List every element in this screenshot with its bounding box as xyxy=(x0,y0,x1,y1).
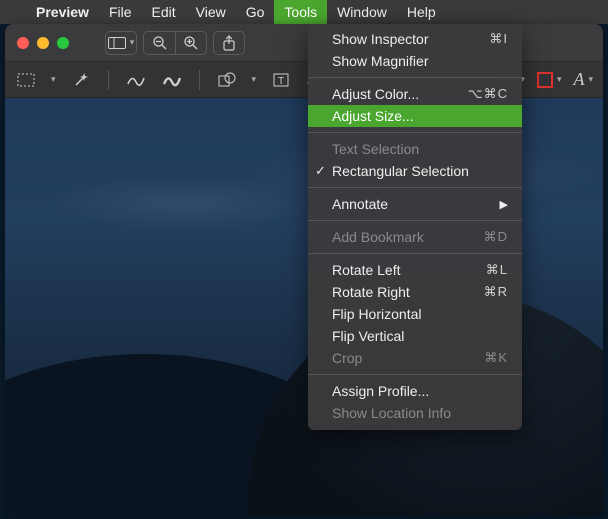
menu-item[interactable]: Annotate▶ xyxy=(308,193,522,215)
selection-rect-icon xyxy=(17,73,35,87)
checkmark-icon: ✓ xyxy=(315,163,326,179)
menu-item-label: Rotate Left xyxy=(332,262,486,278)
close-window-button[interactable] xyxy=(17,37,29,49)
shapes-tool-button[interactable] xyxy=(216,69,238,91)
share-icon xyxy=(222,35,236,51)
menu-item-shortcut: ⌘D xyxy=(484,229,508,245)
menu-item-shortcut: ⌘R xyxy=(484,284,508,300)
zoom-window-button[interactable] xyxy=(57,37,69,49)
menu-item: Add Bookmark⌘D xyxy=(308,226,522,248)
menu-item: Text Selection xyxy=(308,138,522,160)
menu-item: Crop⌘K xyxy=(308,347,522,369)
menu-separator xyxy=(308,187,522,188)
chevron-down-icon: ▾ xyxy=(130,37,135,48)
sidebar-icon xyxy=(108,37,126,49)
menu-item[interactable]: ✓ Rectangular Selection xyxy=(308,160,522,182)
menu-item-label: Text Selection xyxy=(332,141,508,157)
menu-item-label: Show Inspector xyxy=(332,31,489,47)
zoom-in-icon xyxy=(183,35,199,51)
text-box-icon: T xyxy=(273,72,289,88)
menu-item-shortcut: ⌘K xyxy=(484,350,508,366)
menu-separator xyxy=(308,77,522,78)
menu-item-label: Show Magnifier xyxy=(332,53,508,69)
menu-go[interactable]: Go xyxy=(236,0,275,24)
tools-menu-panel: Show Inspector⌘I Show Magnifier Adjust Col… xyxy=(308,24,522,430)
menu-item[interactable]: Show Inspector⌘I xyxy=(308,28,522,50)
font-icon: A xyxy=(573,69,584,90)
menu-tools[interactable]: Tools xyxy=(274,0,327,24)
menu-view[interactable]: View xyxy=(186,0,236,24)
zoom-out-button[interactable] xyxy=(143,31,175,55)
draw-tool-button[interactable] xyxy=(161,69,183,91)
menu-separator xyxy=(308,374,522,375)
minimize-window-button[interactable] xyxy=(37,37,49,49)
selection-tool-button[interactable] xyxy=(15,69,37,91)
submenu-arrow-icon: ▶ xyxy=(500,198,508,211)
menu-item[interactable]: Flip Horizontal xyxy=(308,303,522,325)
menu-item-shortcut: ⌥⌘C xyxy=(468,86,508,102)
menu-separator xyxy=(308,132,522,133)
menu-item: Show Location Info xyxy=(308,402,522,424)
sketch-tool-button[interactable] xyxy=(125,69,147,91)
menu-item[interactable]: Show Magnifier xyxy=(308,50,522,72)
chevron-down-icon: ▾ xyxy=(252,74,257,85)
menu-item[interactable]: Rotate Left⌘L xyxy=(308,259,522,281)
menu-item-label: Flip Vertical xyxy=(332,328,508,344)
text-tool-button[interactable]: T xyxy=(270,69,292,91)
system-menubar: Preview File Edit View Go Tools Window H… xyxy=(0,0,608,24)
menu-separator xyxy=(308,220,522,221)
menu-item[interactable]: Adjust Size... xyxy=(308,105,522,127)
menu-item-label: Flip Horizontal xyxy=(332,306,508,322)
menu-item-shortcut: ⌘L xyxy=(486,262,508,278)
menu-item[interactable]: Flip Vertical xyxy=(308,325,522,347)
zoom-out-icon xyxy=(152,35,168,51)
window-controls xyxy=(13,37,75,49)
zoom-in-button[interactable] xyxy=(175,31,207,55)
sketch-icon xyxy=(126,72,146,88)
menu-help[interactable]: Help xyxy=(397,0,446,24)
menu-item-label: Crop xyxy=(332,350,484,366)
menu-item-shortcut: ⌘I xyxy=(489,31,508,47)
sidebar-view-button[interactable]: ▾ xyxy=(105,31,137,55)
menu-item-label: Annotate xyxy=(332,196,500,212)
menu-item-label: Assign Profile... xyxy=(332,383,508,399)
menu-item[interactable]: Assign Profile... xyxy=(308,380,522,402)
menu-separator xyxy=(308,253,522,254)
menu-item-label: Adjust Color... xyxy=(332,86,468,102)
chevron-down-icon: ▾ xyxy=(51,74,56,85)
color-swatch-icon xyxy=(537,72,553,88)
menu-item[interactable]: Adjust Color...⌥⌘C xyxy=(308,83,522,105)
menu-file[interactable]: File xyxy=(99,0,142,24)
zoom-buttons xyxy=(143,31,207,55)
menu-item-label: Add Bookmark xyxy=(332,229,484,245)
app-menu[interactable]: Preview xyxy=(26,0,99,24)
share-button[interactable] xyxy=(213,31,245,55)
menu-item-label: Show Location Info xyxy=(332,405,508,421)
border-color-button[interactable]: ▾ xyxy=(537,72,562,88)
draw-icon xyxy=(162,72,182,88)
menu-item-label: Rectangular Selection xyxy=(332,163,508,179)
menu-item[interactable]: Rotate Right⌘R xyxy=(308,281,522,303)
chevron-down-icon: ▾ xyxy=(557,74,562,85)
menu-window[interactable]: Window xyxy=(327,0,397,24)
chevron-down-icon: ▾ xyxy=(588,74,593,85)
magic-wand-icon xyxy=(72,71,90,89)
menu-item-label: Adjust Size... xyxy=(332,108,508,124)
text-style-button[interactable]: A ▾ xyxy=(573,69,593,90)
menu-item-label: Rotate Right xyxy=(332,284,484,300)
shapes-icon xyxy=(218,72,236,88)
menu-edit[interactable]: Edit xyxy=(142,0,186,24)
svg-text:T: T xyxy=(278,76,284,87)
instant-alpha-button[interactable] xyxy=(70,69,92,91)
